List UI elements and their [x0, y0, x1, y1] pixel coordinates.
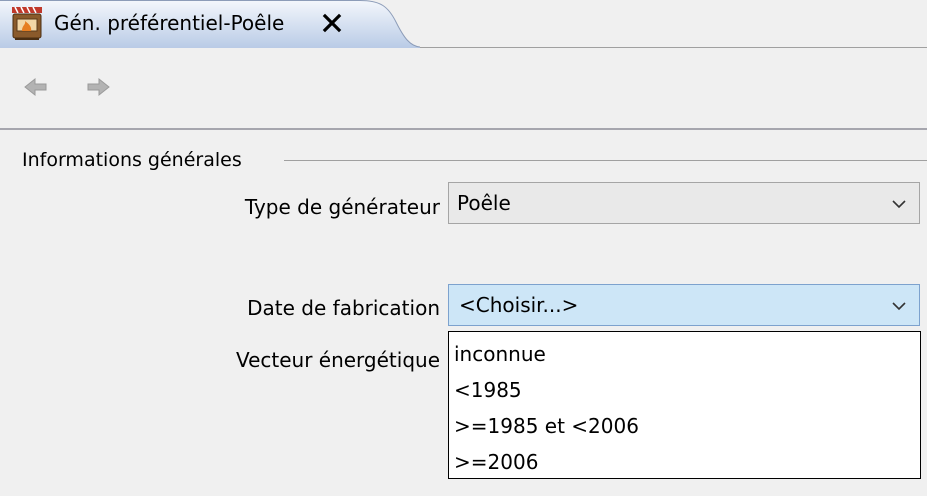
dropdown-option[interactable]: >=2006 — [449, 444, 920, 480]
stove-icon — [12, 6, 42, 40]
date-fabrication-value: <Choisir...> — [459, 293, 579, 317]
chevron-down-icon — [892, 200, 906, 209]
arrow-right-icon[interactable] — [84, 74, 112, 100]
group-title: Informations générales — [22, 149, 242, 171]
dropdown-option[interactable]: <1985 — [449, 372, 920, 408]
dropdown-option[interactable]: inconnue — [449, 336, 920, 372]
type-generateur-label: Type de générateur — [244, 195, 440, 219]
group-separator — [284, 160, 927, 161]
arrow-left-icon[interactable] — [22, 74, 50, 100]
tab-gen-preferentiel-poele[interactable]: Gén. préférentiel-Poêle — [0, 0, 420, 48]
date-fabrication-select[interactable]: <Choisir...> — [448, 284, 920, 326]
navigation-toolbar — [0, 48, 927, 130]
type-generateur-value: Poêle — [457, 191, 511, 215]
editor-tab-strip: Gén. préférentiel-Poêle — [0, 0, 927, 48]
date-fabrication-dropdown: inconnue <1985 >=1985 et <2006 >=2006 — [448, 331, 921, 479]
chevron-down-icon — [892, 302, 906, 311]
date-fabrication-label: Date de fabrication — [247, 296, 440, 320]
dropdown-option[interactable]: >=1985 et <2006 — [449, 408, 920, 444]
tab-title: Gén. préférentiel-Poêle — [54, 11, 285, 35]
close-icon[interactable] — [320, 11, 344, 35]
form-content: Informations générales Type de générateu… — [0, 130, 927, 496]
type-generateur-select[interactable]: Poêle — [448, 182, 920, 224]
vecteur-energetique-label: Vecteur énergétique — [235, 348, 440, 372]
